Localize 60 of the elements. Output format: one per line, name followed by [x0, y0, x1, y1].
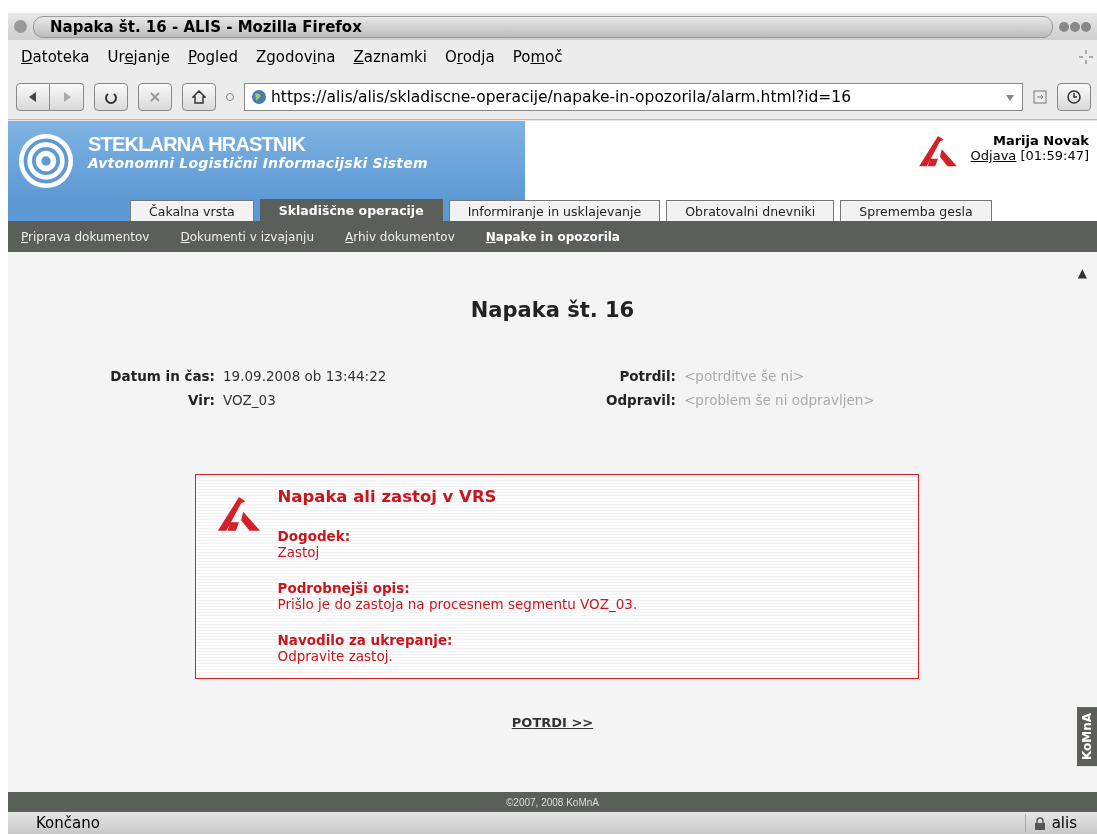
field-label: Odpravil: [604, 392, 676, 408]
menu-item[interactable]: Urejanje [98, 46, 179, 68]
alarm-heading: Napaka ali zastoj v VRS [277, 487, 498, 506]
subnav-link[interactable]: Priprava dokumentov [21, 229, 150, 244]
section-label: Dogodek: [277, 528, 352, 544]
throbber-icon [1079, 50, 1093, 64]
home-button[interactable] [182, 82, 216, 111]
field-value: VOZ_03 [223, 392, 277, 408]
logout-link[interactable]: Odjava [970, 148, 1017, 163]
company-name: STEKLARNA HRASTNIK [88, 133, 307, 155]
confirm-link[interactable]: POTRDI >> [511, 715, 594, 730]
system-name: Avtonomni Logistični Informacijski Sistem [88, 155, 428, 171]
address-field[interactable]: https://alis/alis/skladiscne-operacije/napake-in-opozorila/alarm.html?id=16 [244, 82, 1023, 111]
tab[interactable]: Sprememba gesla [840, 200, 992, 221]
section-text: Prišlo je do zastoja na procesnem segmentu VOZ_03. [277, 596, 638, 612]
field-value: <potrditve še ni> [684, 368, 806, 384]
subnav-link[interactable]: Arhiv dokumentov [345, 229, 455, 244]
session-timer: [01:59:47] [1020, 148, 1089, 163]
tab[interactable]: Obratovalni dnevniki [666, 200, 835, 221]
user-name: Marija Novak [992, 133, 1089, 148]
scroll-top-link[interactable]: ▲ [1077, 266, 1087, 280]
side-tab[interactable]: KoMnA [1077, 706, 1097, 766]
clock-icon [1067, 89, 1081, 104]
window-title: Napaka št. 16 - ALIS - Mozilla Firefox [33, 15, 1053, 38]
section-label: Navodilo za ukrepanje: [277, 632, 454, 648]
menu-item[interactable]: Pogled [178, 46, 247, 68]
tab[interactable]: Čakalna vrsta [130, 200, 254, 221]
window-controls-icon[interactable] [1059, 21, 1091, 32]
status-text: Končano [36, 814, 101, 832]
stop-button[interactable] [138, 82, 172, 111]
menu-item[interactable]: Orodja [435, 46, 504, 68]
section-text: Odpravite zastoj. [277, 648, 394, 664]
window-icon [14, 20, 27, 33]
field-label: Datum in čas: [109, 368, 215, 384]
house-icon [192, 89, 206, 104]
menu-item[interactable]: Zgodovina [247, 46, 345, 68]
section-label: Podrobnejši opis: [277, 580, 411, 596]
globe-icon [251, 88, 267, 105]
field-value: 19.09.2008 ob 13:44:22 [223, 368, 388, 384]
menu-item[interactable]: Datoteka [12, 46, 99, 68]
field-value: <problem še ni odpravljen> [684, 392, 876, 408]
tab[interactable]: Skladiščne operacije [259, 199, 443, 221]
field-label: Vir: [187, 392, 215, 408]
tab[interactable]: Informiranje in usklajevanje [448, 200, 661, 221]
site-name: alis [1051, 814, 1077, 832]
footer-text: ©2007, 2008 KoMnA [8, 792, 1097, 812]
close-icon [148, 89, 162, 104]
back-button[interactable] [16, 82, 50, 111]
menu-item[interactable]: Zaznamki [344, 46, 436, 68]
section-text: Zastoj [277, 544, 321, 560]
subnav-link[interactable]: Napake in opozorila [485, 229, 620, 244]
page-title: Napaka št. 16 [470, 298, 635, 322]
reload-button[interactable] [94, 82, 128, 111]
go-icon[interactable] [1033, 89, 1047, 104]
field-label: Potrdil: [618, 368, 676, 384]
subnav-link[interactable]: Dokumenti v izvajanju [180, 229, 314, 244]
lock-icon [1033, 816, 1046, 830]
spiral-logo-icon [18, 133, 74, 189]
history-button[interactable] [1057, 82, 1091, 111]
menu-item[interactable]: Pomoč [503, 46, 572, 68]
